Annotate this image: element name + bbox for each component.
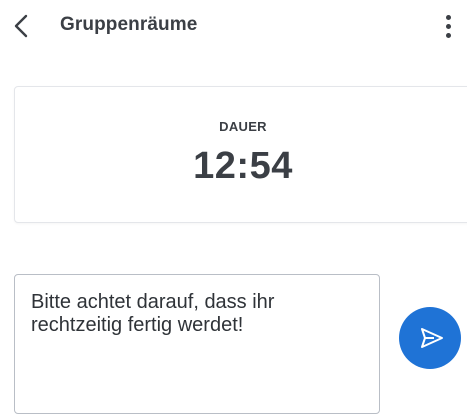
back-button[interactable]	[14, 10, 50, 42]
send-icon	[416, 327, 444, 349]
send-button[interactable]	[399, 307, 461, 369]
page-title: Gruppenräume	[60, 14, 198, 35]
duration-label: DAUER	[219, 119, 267, 134]
chevron-left-icon	[14, 14, 28, 38]
duration-timer: 12:54	[193, 145, 293, 187]
more-vertical-icon	[445, 14, 451, 20]
duration-card: DAUER 12:54	[14, 86, 467, 223]
more-options-button[interactable]	[436, 8, 460, 44]
broadcast-message-input[interactable]: Bitte achtet darauf, dass ihr rechtzeiti…	[14, 274, 380, 414]
header-bar: Gruppenräume	[0, 0, 467, 52]
